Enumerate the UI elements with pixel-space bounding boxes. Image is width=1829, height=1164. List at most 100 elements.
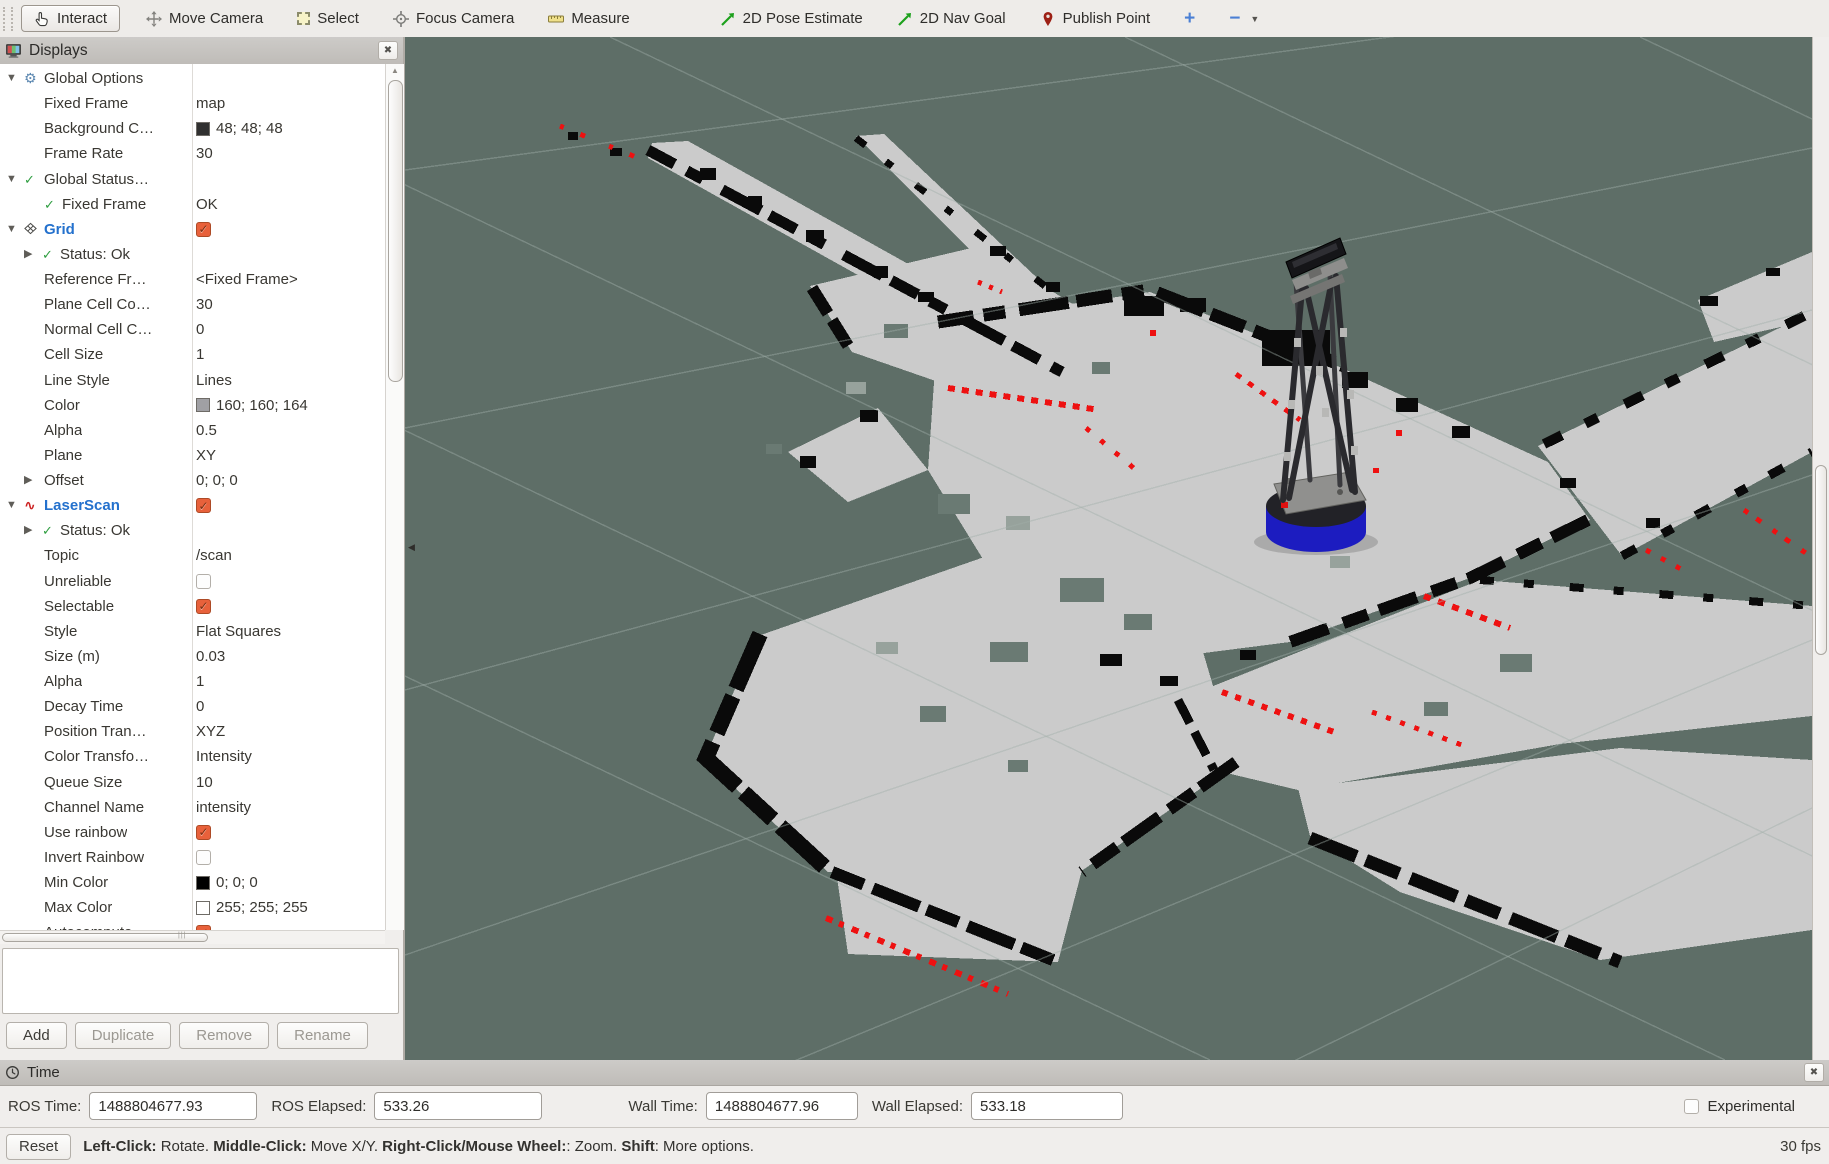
property-value[interactable]: Intensity — [196, 744, 252, 769]
remove-button[interactable]: Remove — [179, 1022, 269, 1049]
ros-time-input[interactable] — [89, 1092, 257, 1120]
displays-panel: Displays ✖ ▼⚙Global OptionsFixed Framema… — [0, 37, 405, 1060]
property-value[interactable]: 0.5 — [196, 418, 217, 443]
displays-panel-header[interactable]: Displays ✖ — [0, 37, 403, 65]
property-value[interactable]: 255; 255; 255 — [196, 895, 308, 920]
experimental-checkbox[interactable] — [1684, 1099, 1699, 1114]
property-value[interactable]: /scan — [196, 543, 232, 568]
property-value[interactable]: 48; 48; 48 — [196, 116, 283, 141]
property-value[interactable]: ✓ — [196, 493, 211, 518]
property-value[interactable]: intensity — [196, 795, 251, 820]
crosshair-icon — [393, 11, 409, 27]
property-value[interactable]: 0; 0; 0 — [196, 870, 258, 895]
duplicate-button[interactable]: Duplicate — [75, 1022, 172, 1049]
ros-elapsed-input[interactable] — [374, 1092, 542, 1120]
property-value[interactable]: ✓ — [196, 820, 211, 845]
tree-horizontal-scrollbar[interactable]: ||| — [0, 930, 385, 944]
add-button[interactable]: Add — [6, 1022, 67, 1049]
time-panel-header[interactable]: Time ✖ — [0, 1060, 1829, 1086]
value-text: <Fixed Frame> — [196, 271, 298, 288]
reset-button[interactable]: Reset — [6, 1134, 71, 1160]
property-value[interactable]: 0.03 — [196, 644, 225, 669]
scroll-up-arrow-icon[interactable]: ▲ — [386, 66, 404, 75]
wall-time-input[interactable] — [706, 1092, 858, 1120]
checkbox-checked-icon[interactable]: ✓ — [196, 825, 211, 840]
property-value[interactable]: 0 — [196, 317, 204, 342]
check-icon: ✓ — [42, 242, 53, 267]
tool-move-camera[interactable]: Move Camera — [138, 6, 271, 31]
tool-2d-nav-goal[interactable]: 2D Nav Goal — [889, 6, 1014, 31]
right-panel-splitter[interactable] — [1812, 37, 1829, 1060]
ros-time-label: ROS Time: — [8, 1098, 81, 1115]
property-value[interactable]: map — [196, 91, 225, 116]
property-value[interactable]: ✓ — [196, 920, 211, 930]
tree-column-separator[interactable] — [192, 64, 193, 930]
dropdown-caret-icon[interactable]: ▼ — [1250, 14, 1259, 24]
help-text-segment: Right-Click/Mouse Wheel: — [382, 1138, 566, 1155]
value-text: 10 — [196, 774, 213, 791]
property-value[interactable]: 1 — [196, 669, 204, 694]
tool-select[interactable]: Select — [289, 6, 367, 31]
tree-vertical-scrollbar[interactable]: ▲ — [385, 64, 404, 930]
time-close-icon[interactable]: ✖ — [1804, 1063, 1824, 1082]
property-value[interactable] — [196, 569, 211, 594]
tool-focus-camera[interactable]: Focus Camera — [385, 6, 522, 31]
expander-open-icon[interactable]: ▼ — [6, 167, 17, 192]
property-value[interactable]: XY — [196, 443, 216, 468]
tool-[interactable]: + — [1176, 5, 1203, 32]
right-splitter-handle[interactable] — [1815, 465, 1827, 655]
property-value[interactable]: XYZ — [196, 719, 225, 744]
displays-close-icon[interactable]: ✖ — [378, 41, 398, 60]
property-value[interactable]: 1 — [196, 342, 204, 367]
toolbar-grip-handle[interactable] — [3, 7, 13, 31]
help-text-segment: Left-Click: — [83, 1138, 156, 1155]
expander-closed-icon[interactable]: ▶ — [24, 518, 32, 543]
help-text-segment: Middle-Click: — [213, 1138, 306, 1155]
tool-measure[interactable]: Measure — [540, 6, 637, 31]
property-value[interactable]: 30 — [196, 141, 213, 166]
tool-[interactable]: −▼ — [1221, 5, 1267, 32]
checkbox-checked-icon[interactable]: ✓ — [196, 599, 211, 614]
value-text: 1 — [196, 673, 204, 690]
property-value[interactable]: 0 — [196, 694, 204, 719]
expander-closed-icon[interactable]: ▶ — [24, 242, 32, 267]
checkbox-unchecked-icon[interactable] — [196, 850, 211, 865]
tool-2d-pose-estimate[interactable]: 2D Pose Estimate — [712, 6, 871, 31]
help-text-segment: Move X/Y. — [307, 1138, 383, 1155]
property-value[interactable]: <Fixed Frame> — [196, 267, 298, 292]
property-value[interactable]: 10 — [196, 770, 213, 795]
property-value[interactable] — [196, 845, 211, 870]
value-text: /scan — [196, 547, 232, 564]
property-value[interactable]: 160; 160; 164 — [196, 393, 308, 418]
value-text: 30 — [196, 296, 213, 313]
expander-open-icon[interactable]: ▼ — [6, 66, 17, 91]
wall-time-label: Wall Time: — [628, 1098, 697, 1115]
checkbox-checked-icon[interactable]: ✓ — [196, 222, 211, 237]
expander-open-icon[interactable]: ▼ — [6, 493, 17, 518]
property-label: Cell Size — [44, 342, 103, 367]
vertical-scrollbar-thumb[interactable] — [388, 80, 403, 382]
property-value[interactable]: 0; 0; 0 — [196, 468, 238, 493]
wall-elapsed-input[interactable] — [971, 1092, 1123, 1120]
display-description-box — [2, 948, 399, 1014]
property-value[interactable]: OK — [196, 192, 218, 217]
property-label: Queue Size — [44, 770, 122, 795]
tool-interact[interactable]: Interact — [21, 5, 120, 32]
checkbox-checked-icon[interactable]: ✓ — [196, 498, 211, 513]
expander-open-icon[interactable]: ▼ — [6, 217, 17, 242]
property-value[interactable]: ✓ — [196, 217, 211, 242]
3d-viewport[interactable] — [405, 37, 1812, 1060]
left-splitter-collapse-icon[interactable]: ◀ — [408, 543, 415, 552]
property-value[interactable]: ✓ — [196, 594, 211, 619]
expander-closed-icon[interactable]: ▶ — [24, 468, 32, 493]
help-text-segment: : Zoom. — [566, 1138, 621, 1155]
selection-box-icon — [297, 12, 310, 25]
property-value[interactable]: Lines — [196, 368, 232, 393]
property-value[interactable]: 30 — [196, 292, 213, 317]
property-value[interactable]: Flat Squares — [196, 619, 281, 644]
checkbox-unchecked-icon[interactable] — [196, 574, 211, 589]
tool-label: Move Camera — [169, 10, 263, 27]
displays-tree: ▼⚙Global OptionsFixed FramemapBackground… — [0, 64, 385, 930]
rename-button[interactable]: Rename — [277, 1022, 368, 1049]
tool-publish-point[interactable]: Publish Point — [1032, 6, 1159, 31]
